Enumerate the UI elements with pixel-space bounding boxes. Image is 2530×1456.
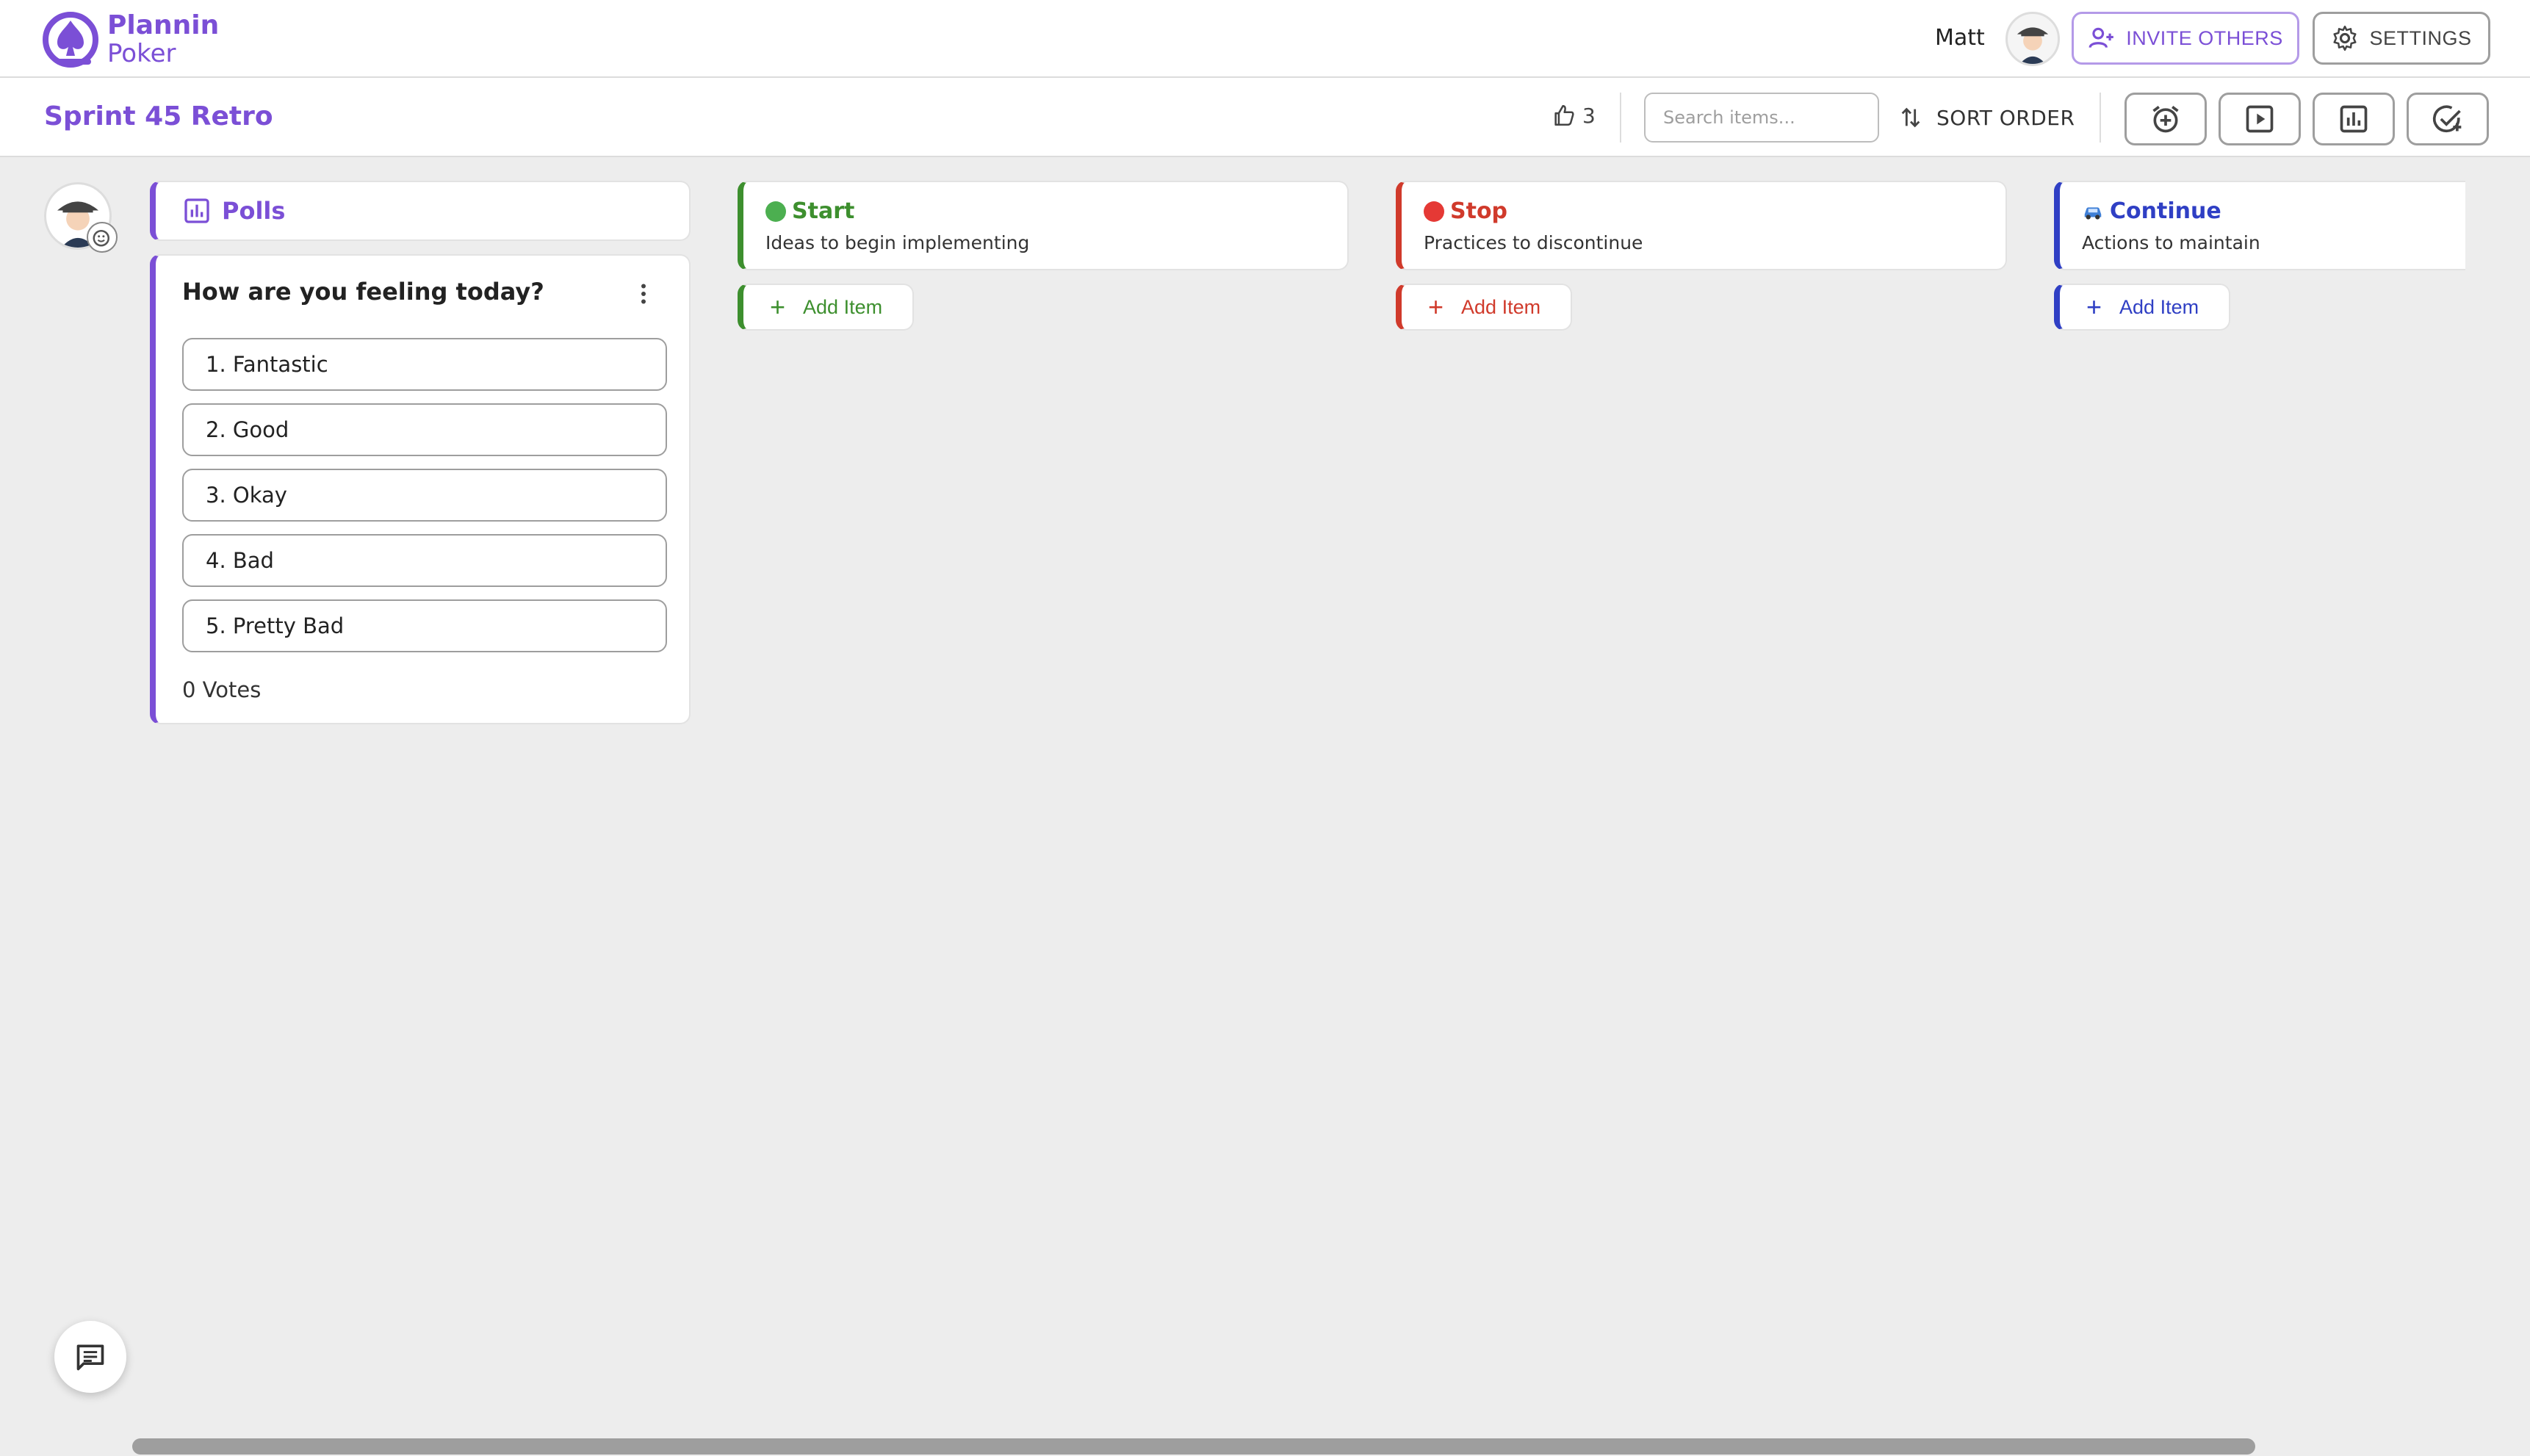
- timer-button[interactable]: [2124, 93, 2207, 145]
- add-task-button[interactable]: [2407, 93, 2489, 145]
- add-task-icon: [2432, 105, 2462, 133]
- present-button[interactable]: [2219, 93, 2301, 145]
- column-title: Continue: [2082, 198, 2221, 224]
- likes-counter[interactable]: 3: [1551, 103, 1596, 128]
- poll-card: How are you feeling today? 1. Fantastic …: [150, 254, 691, 724]
- settings-label: SETTINGS: [2369, 26, 2472, 49]
- settings-button[interactable]: SETTINGS: [2313, 12, 2490, 65]
- chat-button[interactable]: [54, 1321, 126, 1393]
- green-circle-icon: [765, 201, 786, 222]
- column-description: Actions to maintain: [2082, 232, 2260, 253]
- plus-icon: +: [2086, 292, 2102, 322]
- poll-option[interactable]: 1. Fantastic: [182, 338, 667, 391]
- toolbar-divider: [1620, 93, 1621, 143]
- poll-option[interactable]: 2. Good: [182, 403, 667, 456]
- sort-order-label: SORT ORDER: [1936, 105, 2075, 130]
- poll-option[interactable]: 3. Okay: [182, 469, 667, 522]
- board-title[interactable]: Sprint 45 Retro: [44, 101, 273, 131]
- poll-menu-button[interactable]: [629, 279, 658, 309]
- search-input[interactable]: [1644, 93, 1879, 143]
- add-alarm-icon: [2152, 106, 2179, 133]
- column-title-text: Continue: [2110, 198, 2221, 224]
- toolbar-divider: [2100, 93, 2101, 143]
- board-toolbar: Sprint 45 Retro 3 SORT ORDER: [0, 78, 2530, 157]
- polls-title: Polls: [222, 197, 286, 225]
- poll-vote-count: 0 Votes: [182, 677, 262, 702]
- poll-question: How are you feeling today?: [182, 278, 544, 306]
- add-item-label: Add Item: [803, 295, 883, 318]
- column-description: Practices to discontinue: [1424, 232, 1643, 253]
- thumbs-up-icon: [1554, 104, 1574, 126]
- add-item-button-stop[interactable]: + Add Item: [1396, 284, 1572, 331]
- column-title-text: Start: [792, 198, 855, 224]
- chat-icon: [76, 1344, 104, 1371]
- column-title-text: Stop: [1450, 198, 1508, 224]
- add-item-label: Add Item: [2119, 295, 2199, 318]
- user-avatar[interactable]: [2005, 12, 2060, 66]
- gear-icon: [2333, 25, 2357, 51]
- invite-others-button[interactable]: INVITE OTHERS: [2072, 12, 2299, 65]
- column-stop-header[interactable]: Stop Practices to discontinue: [1396, 181, 2007, 270]
- column-continue-header[interactable]: Continue Actions to maintain: [2054, 181, 2465, 270]
- horizontal-scrollbar[interactable]: [132, 1438, 2255, 1455]
- plus-icon: +: [1428, 292, 1444, 322]
- add-item-label: Add Item: [1461, 295, 1541, 318]
- likes-count: 3: [1582, 103, 1596, 128]
- chart-icon: [2340, 105, 2368, 133]
- more-vertical-icon: [641, 284, 646, 304]
- smiley-add-icon: [93, 230, 109, 247]
- column-title: Stop: [1424, 198, 1507, 224]
- app-logo[interactable]: Plannin Poker: [41, 10, 219, 69]
- car-icon: [2084, 206, 2102, 220]
- invite-others-label: INVITE OTHERS: [2126, 26, 2283, 49]
- poll-button[interactable]: [2313, 93, 2395, 145]
- add-person-icon: [2088, 27, 2114, 48]
- sort-arrows-icon: [1901, 107, 1920, 128]
- chart-icon: [184, 198, 209, 223]
- play-icon: [2246, 105, 2274, 133]
- sort-order-button[interactable]: SORT ORDER: [1898, 93, 2075, 143]
- add-item-button-continue[interactable]: + Add Item: [2054, 284, 2230, 331]
- column-title: Start: [765, 198, 854, 224]
- add-reaction-badge[interactable]: [87, 222, 118, 253]
- plus-icon: +: [770, 292, 786, 322]
- poll-option[interactable]: 5. Pretty Bad: [182, 599, 667, 652]
- user-name: Matt: [1935, 25, 1985, 51]
- spade-logo-icon: [43, 12, 98, 68]
- polls-panel-header[interactable]: Polls: [150, 181, 691, 241]
- red-circle-icon: [1424, 201, 1444, 222]
- logo-text-line1: Plannin: [107, 10, 220, 40]
- column-description: Ideas to begin implementing: [765, 232, 1030, 253]
- top-bar: Plannin Poker Matt INVITE OTHERS SETTING…: [0, 0, 2530, 78]
- logo-text-line2: Poker: [107, 39, 176, 68]
- column-start-header[interactable]: Start Ideas to begin implementing: [738, 181, 1349, 270]
- add-item-button-start[interactable]: + Add Item: [738, 284, 914, 331]
- poll-option[interactable]: 4. Bad: [182, 534, 667, 587]
